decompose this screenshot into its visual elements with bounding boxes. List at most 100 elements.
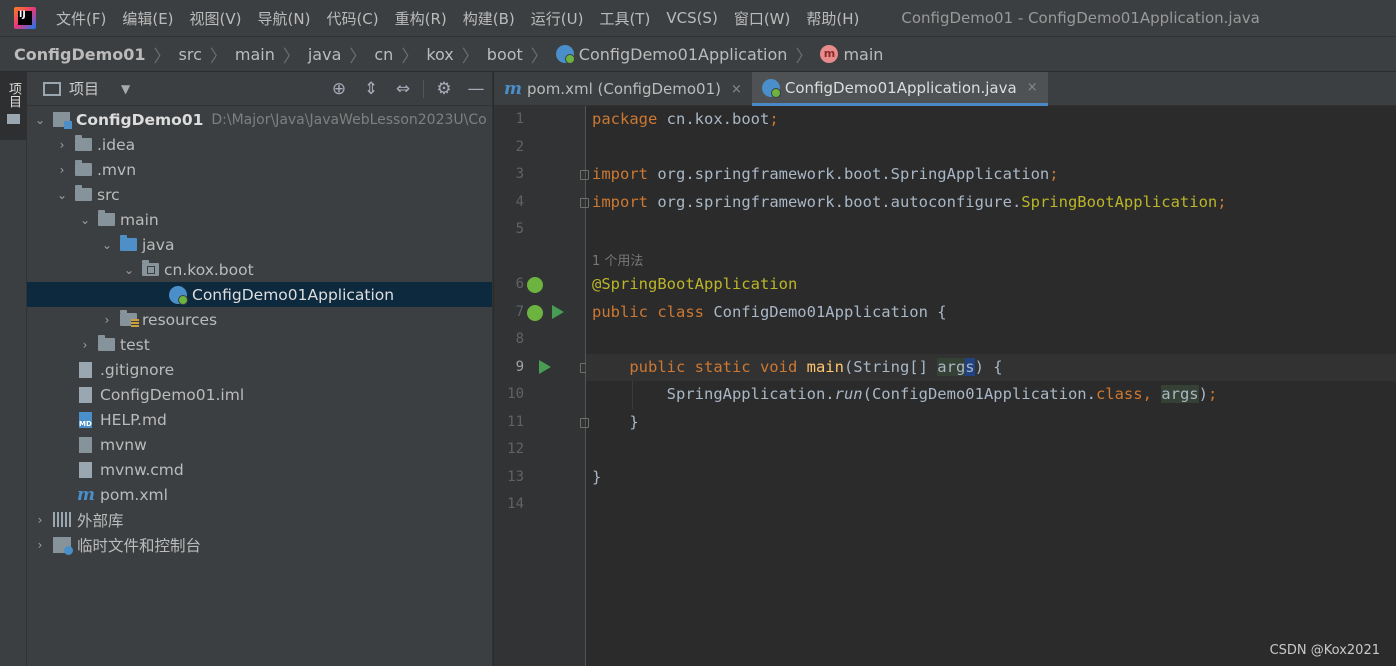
menu-refactor[interactable]: 重构(R) [387,8,455,29]
menu-window[interactable]: 窗口(W) [726,8,799,29]
breadcrumb-class-label: ConfigDemo01Application [578,44,788,64]
tab-pom-xml[interactable]: m pom.xml (ConfigDemo01) × [494,72,752,106]
ignore-file-icon [79,361,92,378]
tree-item-help-md[interactable]: HELP.md [27,407,492,432]
window-title: ConfigDemo01 - ConfigDemo01Application.j… [901,9,1260,27]
chevron-right-icon: 〉 [795,46,813,67]
close-icon[interactable]: × [731,82,742,97]
folder-icon [75,185,92,201]
folder-icon [75,160,92,176]
chevron-right-icon: 〉 [153,46,171,67]
chevron-down-icon[interactable]: ⌄ [78,213,92,227]
tree-item-label: HELP.md [100,410,167,429]
menu-view[interactable]: 视图(V) [182,8,250,29]
folder-icon [7,114,20,124]
module-icon [53,112,72,129]
code-area[interactable]: package cn.kox.boot; import org.springfr… [586,106,1396,666]
project-panel-toolbar: ⊕ ⇕ ⇔ ⚙ — [323,78,492,100]
code-line-7: public class ConfigDemo01Application { [592,303,947,321]
project-tool-button[interactable]: 项目 [0,72,27,140]
chevron-down-icon[interactable]: ⌄ [33,113,47,127]
gear-icon[interactable]: ⚙ [433,78,455,100]
chevron-down-icon[interactable]: ⌄ [122,263,136,277]
menu-tools[interactable]: 工具(T) [591,8,658,29]
chevron-right-icon[interactable]: › [33,538,47,552]
breadcrumb-method[interactable]: m main [820,45,883,64]
locate-icon[interactable]: ⊕ [328,78,350,100]
tree-item-mvnw-cmd[interactable]: mvnw.cmd [27,457,492,482]
tree-item-mvn[interactable]: › .mvn [27,157,492,182]
chevron-right-icon[interactable]: › [100,313,114,327]
chevron-right-icon[interactable]: › [33,513,47,527]
chevron-right-icon[interactable]: › [55,138,69,152]
code-line-13: } [592,468,602,486]
line-number: 5 [515,221,524,237]
spring-bean-icon[interactable] [527,305,543,321]
tree-item-application-class[interactable]: ConfigDemo01Application [27,282,492,307]
run-icon[interactable] [552,305,564,319]
breadcrumb-kox[interactable]: kox [426,45,453,64]
chevron-right-icon[interactable]: › [78,338,92,352]
tree-item-java[interactable]: ⌄ java [27,232,492,257]
folder-icon [98,210,115,226]
tree-item-iml[interactable]: ConfigDemo01.iml [27,382,492,407]
breadcrumb-project[interactable]: ConfigDemo01 [14,45,146,64]
menu-help[interactable]: 帮助(H) [798,8,867,29]
left-tool-stripe: 项目 [0,72,27,666]
code-line-3: import org.springframework.boot.SpringAp… [592,165,1059,183]
line-number: 6 [515,276,524,292]
expand-all-icon[interactable]: ⇕ [360,78,382,100]
run-icon[interactable] [539,360,551,374]
maven-icon: m [504,79,522,99]
menu-run[interactable]: 运行(U) [523,8,592,29]
shell-script-icon [79,436,92,453]
tree-item-gitignore[interactable]: .gitignore [27,357,492,382]
menu-code[interactable]: 代码(C) [318,8,386,29]
intellij-logo-icon[interactable]: IJ [14,7,36,29]
tree-item-package[interactable]: ⌄ cn.kox.boot [27,257,492,282]
usage-hint[interactable]: 1 个用法 [592,250,643,269]
minimize-icon[interactable]: — [465,78,487,100]
tree-item-scratches[interactable]: › 临时文件和控制台 [27,532,492,557]
tree-item-project-root[interactable]: ⌄ ConfigDemo01 D:\Major\Java\JavaWebLess… [27,107,492,132]
code-editor[interactable]: 1 2 3 4 5 6 7 8 9 10 11 12 13 14 package… [494,106,1396,666]
chevron-down-icon[interactable]: ▼ [121,82,130,96]
tree-item-pom[interactable]: m pom.xml [27,482,492,507]
chevron-right-icon[interactable]: › [55,163,69,177]
tab-application-java[interactable]: ConfigDemo01Application.java × [751,72,1048,106]
tree-item-src[interactable]: ⌄ src [27,182,492,207]
tree-item-mvnw[interactable]: mvnw [27,432,492,457]
tree-item-idea[interactable]: › .idea [27,132,492,157]
breadcrumb-cn[interactable]: cn [374,45,393,64]
breadcrumb-src[interactable]: src [179,45,202,64]
close-icon[interactable]: × [1027,80,1038,95]
code-line-4: import org.springframework.boot.autoconf… [592,193,1227,211]
line-number: 12 [507,441,524,457]
text-file-icon [79,461,92,478]
tree-item-label: java [142,235,175,254]
menu-navigate[interactable]: 导航(N) [250,8,319,29]
tree-item-test[interactable]: › test [27,332,492,357]
code-line-10: SpringApplication.run(ConfigDemo01Applic… [592,385,1218,403]
chevron-down-icon[interactable]: ⌄ [100,238,114,252]
tree-item-external-libraries[interactable]: › 外部库 [27,507,492,532]
menu-file[interactable]: 文件(F) [48,8,114,29]
project-panel-title[interactable]: 项目 [69,78,99,99]
menu-build[interactable]: 构建(B) [455,8,523,29]
breadcrumb-class[interactable]: ConfigDemo01Application [555,44,788,64]
chevron-down-icon[interactable]: ⌄ [55,188,69,202]
project-panel-header: 项目 ▼ ⊕ ⇕ ⇔ ⚙ — [27,72,492,106]
breadcrumb-main[interactable]: main [235,45,275,64]
line-number: 1 [515,111,524,127]
code-line-6: @SpringBootApplication [592,275,798,293]
tree-item-main[interactable]: ⌄ main [27,207,492,232]
breadcrumb-java[interactable]: java [308,45,342,64]
menu-vcs[interactable]: VCS(S) [658,9,725,27]
collapse-all-icon[interactable]: ⇔ [392,78,414,100]
editor-tabbar: m pom.xml (ConfigDemo01) × ConfigDemo01A… [494,72,1396,106]
breadcrumb-boot[interactable]: boot [487,45,523,64]
tree-item-label: 临时文件和控制台 [77,536,202,555]
menu-edit[interactable]: 编辑(E) [114,8,181,29]
tree-item-resources[interactable]: › resources [27,307,492,332]
spring-bean-icon[interactable] [527,277,543,293]
